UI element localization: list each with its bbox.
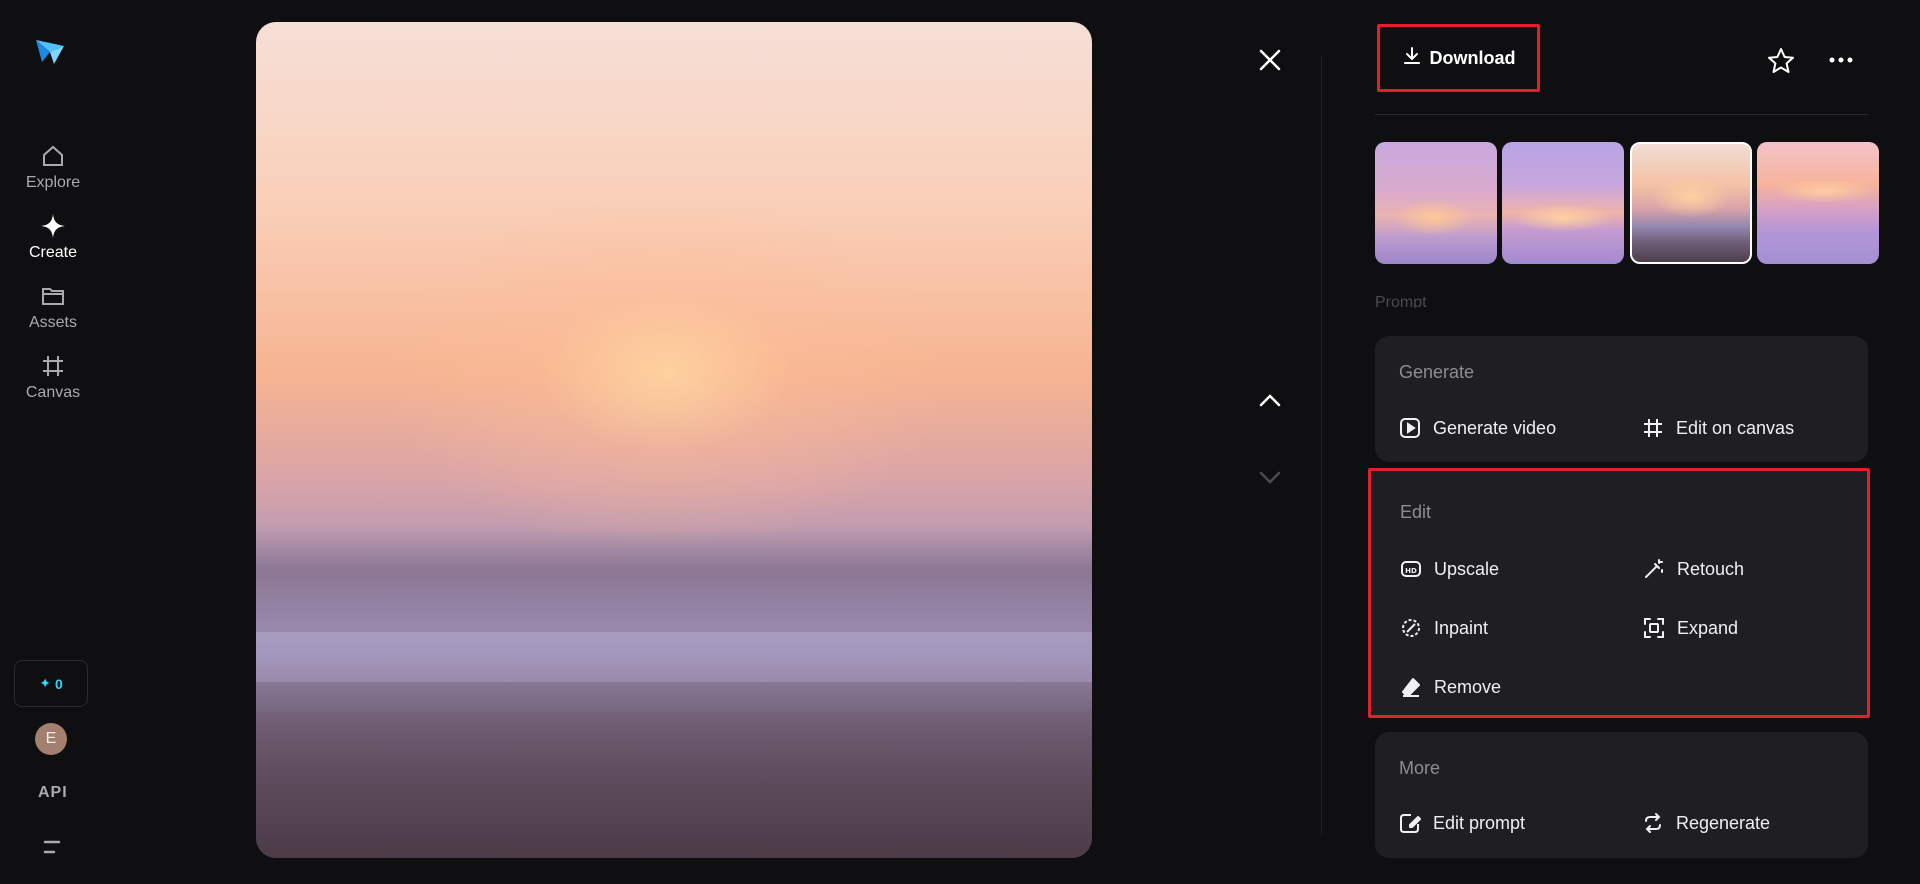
left-nav: Explore Create Assets Canvas ✦ 0 E API <box>0 0 106 884</box>
nav-create[interactable]: Create <box>0 212 106 274</box>
generate-video-label: Generate video <box>1433 417 1557 438</box>
generate-card: Generate Generate video Edit on canvas <box>1375 336 1868 462</box>
nav-assets-label: Assets <box>28 314 77 331</box>
edit-title: Edit <box>1400 502 1432 522</box>
nav-explore-label: Explore <box>25 174 81 191</box>
edit-on-canvas-label: Edit on canvas <box>1676 417 1795 438</box>
svg-text:HD: HD <box>1405 567 1417 575</box>
generate-video-button[interactable]: Generate video <box>1399 417 1556 439</box>
canvas-frame-icon <box>1642 417 1664 439</box>
credits-badge[interactable]: ✦ 0 <box>14 660 88 707</box>
close-icon[interactable] <box>1256 46 1284 74</box>
chevron-up-icon[interactable] <box>1256 390 1284 410</box>
app-root: Explore Create Assets Canvas ✦ 0 E API D… <box>0 0 1920 884</box>
retouch-label: Retouch <box>1677 558 1745 579</box>
edit-card: Edit HD Upscale Retouch Inpaint Expand R… <box>1376 476 1866 712</box>
nav-explore[interactable]: Explore <box>0 142 106 204</box>
header-divider <box>1375 114 1868 115</box>
folder-icon <box>39 282 67 310</box>
edit-prompt-label: Edit prompt <box>1433 812 1526 833</box>
thumbnail[interactable] <box>1502 142 1624 264</box>
retouch-button[interactable]: Retouch <box>1643 558 1744 580</box>
remove-button[interactable]: Remove <box>1400 676 1501 698</box>
upscale-button[interactable]: HD Upscale <box>1400 558 1499 580</box>
nav-assets[interactable]: Assets <box>0 282 106 344</box>
more-title: More <box>1399 758 1441 778</box>
expand-button[interactable]: Expand <box>1643 617 1738 639</box>
thumbnail[interactable] <box>1757 142 1879 264</box>
inpaint-button[interactable]: Inpaint <box>1400 617 1488 639</box>
more-card: More Edit prompt Regenerate <box>1375 732 1868 858</box>
hd-icon: HD <box>1400 558 1422 580</box>
sparkle-icon: ✦ <box>39 675 51 691</box>
chevron-down-icon[interactable] <box>1256 467 1284 487</box>
edit-prompt-icon <box>1399 812 1421 834</box>
home-icon <box>39 142 67 170</box>
generate-title: Generate <box>1399 362 1475 382</box>
remove-label: Remove <box>1434 676 1502 697</box>
api-link[interactable]: API <box>38 784 68 802</box>
regenerate-label: Regenerate <box>1676 812 1771 833</box>
inpaint-label: Inpaint <box>1434 617 1489 638</box>
download-label: Download <box>1429 47 1516 68</box>
regenerate-icon <box>1642 812 1664 834</box>
canvas-frame-icon <box>39 352 67 380</box>
expand-icon <box>1643 617 1665 639</box>
thumbnail-selected[interactable] <box>1630 142 1752 264</box>
magic-wand-icon <box>1643 558 1665 580</box>
main-image <box>256 22 1092 858</box>
upscale-label: Upscale <box>1434 558 1500 579</box>
thumbnail[interactable] <box>1375 142 1497 264</box>
eraser-icon <box>1400 676 1422 698</box>
credits-count: 0 <box>54 675 63 692</box>
sparkle-icon <box>39 212 67 240</box>
download-button[interactable]: Download <box>1377 24 1540 92</box>
panel-divider <box>1321 55 1322 835</box>
expand-label: Expand <box>1677 617 1739 638</box>
edit-on-canvas-button[interactable]: Edit on canvas <box>1642 417 1794 439</box>
image-haze <box>256 527 1092 637</box>
nav-create-label: Create <box>28 244 78 261</box>
image-haze <box>256 682 1092 858</box>
prompt-label: Prompt <box>1375 294 1427 308</box>
more-options-icon[interactable] <box>1826 50 1856 70</box>
nav-canvas[interactable]: Canvas <box>0 352 106 414</box>
edit-prompt-button[interactable]: Edit prompt <box>1399 812 1525 834</box>
edit-card-highlight: Edit HD Upscale Retouch Inpaint Expand R… <box>1368 468 1870 718</box>
play-square-icon <box>1399 417 1421 439</box>
menu-icon[interactable] <box>41 838 63 856</box>
logo-icon[interactable] <box>32 32 68 68</box>
avatar-letter: E <box>45 730 57 747</box>
star-icon[interactable] <box>1766 46 1796 76</box>
avatar[interactable]: E <box>35 723 67 755</box>
nav-canvas-label: Canvas <box>25 384 81 401</box>
download-icon <box>1402 46 1422 71</box>
regenerate-button[interactable]: Regenerate <box>1642 812 1770 834</box>
inpaint-brush-icon <box>1400 617 1422 639</box>
